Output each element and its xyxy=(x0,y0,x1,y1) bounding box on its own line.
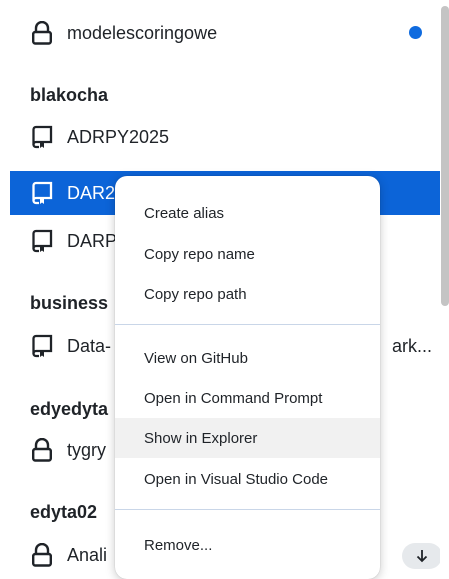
repo-icon xyxy=(30,125,54,149)
menu-item-remove[interactable]: Remove... xyxy=(115,525,380,565)
repo-icon xyxy=(30,229,54,253)
repo-item-modelescoringowe[interactable]: modelescoringowe xyxy=(10,11,440,55)
repo-item-label: Data- xyxy=(67,335,112,356)
repo-icon xyxy=(30,181,54,205)
lock-icon xyxy=(30,21,54,45)
pull-button[interactable] xyxy=(402,543,440,569)
repo-item-label: modelescoringowe xyxy=(67,22,218,43)
menu-item-copy-repo-name[interactable]: Copy repo name xyxy=(115,234,380,274)
group-header-business: business xyxy=(30,293,109,313)
repo-item-label: DARP xyxy=(67,230,118,251)
repo-item-label: Anali xyxy=(67,544,108,565)
menu-separator xyxy=(115,509,380,510)
lock-icon xyxy=(30,438,54,462)
repo-item-label: tygry xyxy=(67,439,107,460)
menu-item-create-alias[interactable]: Create alias xyxy=(115,193,380,233)
app-window: modelescoringowe blakocha ADRPY2025 DAR2… xyxy=(0,0,449,579)
scrollbar-thumb[interactable] xyxy=(441,6,449,306)
group-header-edyedyta: edyedyta xyxy=(30,399,109,419)
uncommitted-changes-indicator xyxy=(409,26,422,39)
repo-item-label-overflow: ark... xyxy=(392,335,433,356)
menu-separator xyxy=(115,324,380,325)
repo-context-menu: Create alias Copy repo name Copy repo pa… xyxy=(115,176,380,579)
group-header-blakocha: blakocha xyxy=(30,85,109,105)
menu-item-copy-repo-path[interactable]: Copy repo path xyxy=(115,274,380,314)
repo-item-label: DAR2 xyxy=(67,182,116,203)
menu-item-open-in-vscode[interactable]: Open in Visual Studio Code xyxy=(115,459,380,499)
repo-item-label: ADRPY2025 xyxy=(67,126,170,147)
menu-item-show-in-explorer[interactable]: Show in Explorer xyxy=(115,418,380,458)
arrow-down-icon xyxy=(416,550,428,563)
menu-item-view-on-github[interactable]: View on GitHub xyxy=(115,338,380,378)
lock-icon xyxy=(30,543,54,567)
group-header-edyta02: edyta02 xyxy=(30,502,98,522)
repo-icon xyxy=(30,334,54,358)
repo-item-adrpy2025[interactable]: ADRPY2025 xyxy=(10,115,440,159)
menu-item-open-in-command-prompt[interactable]: Open in Command Prompt xyxy=(115,378,380,418)
